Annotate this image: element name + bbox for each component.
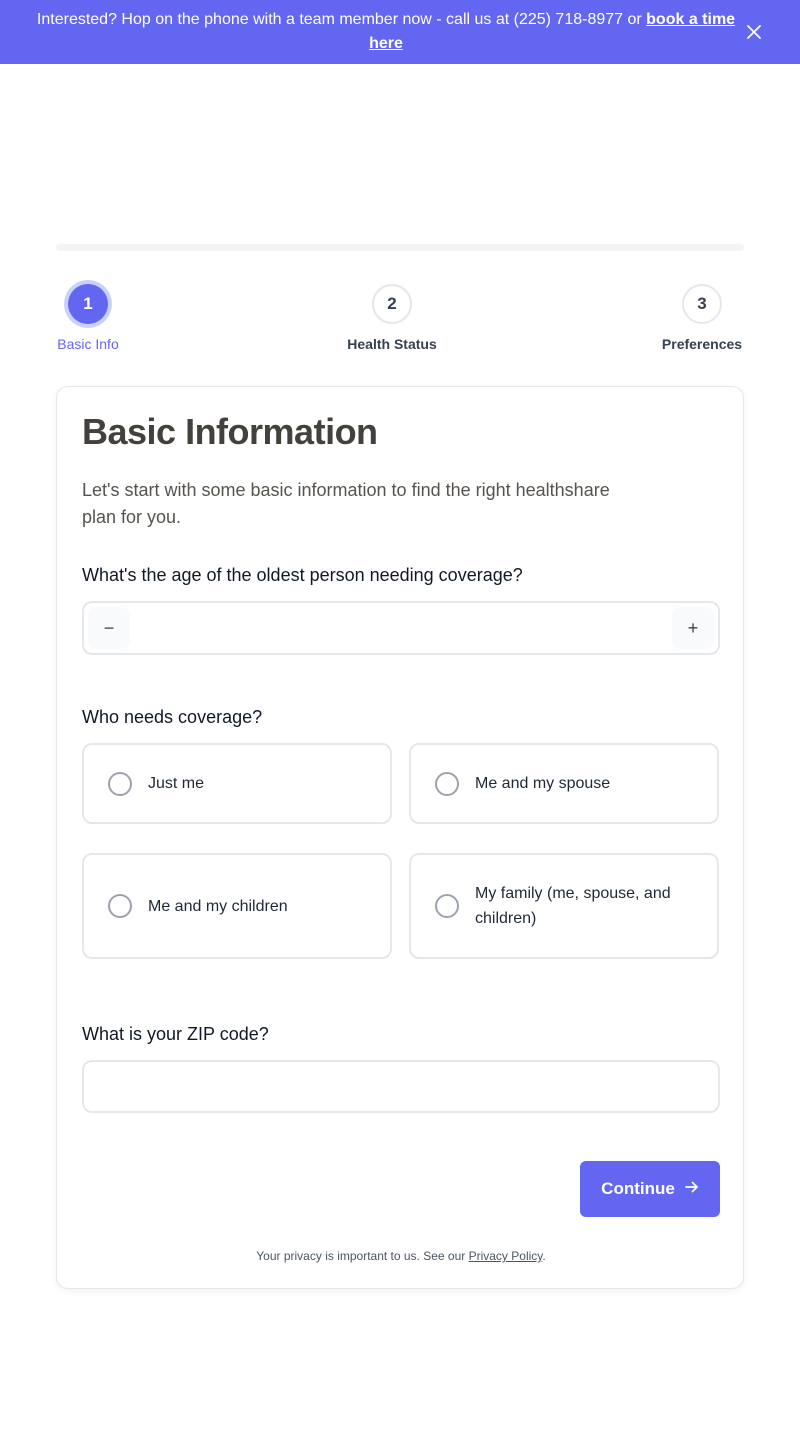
privacy-policy-link[interactable]: Privacy Policy <box>469 1249 543 1263</box>
radio-button[interactable] <box>435 894 459 918</box>
page-title: Basic Information <box>82 411 378 452</box>
decrement-button[interactable]: − <box>88 607 130 649</box>
step-label: Health Status <box>347 336 437 352</box>
radio-button[interactable] <box>435 771 459 796</box>
step-label: Basic Info <box>57 336 119 352</box>
zip-input[interactable] <box>82 1060 720 1113</box>
step-number: 3 <box>682 284 722 324</box>
close-icon[interactable] <box>744 22 764 42</box>
coverage-option-spouse[interactable]: Me and my spouse <box>409 743 719 824</box>
option-label: Me and my spouse <box>475 775 611 792</box>
coverage-question-label: Who needs coverage? <box>82 707 263 727</box>
coverage-option-children[interactable]: Me and my children <box>82 853 392 959</box>
coverage-option-just-me[interactable]: Just me <box>82 743 392 824</box>
age-input[interactable] <box>134 603 668 653</box>
progress-bar <box>56 244 744 251</box>
step-basic-info: 1 Basic Info <box>56 284 120 352</box>
form-card: Basic Information Let's start with some … <box>56 386 744 1289</box>
step-number: 1 <box>68 284 108 324</box>
increment-button[interactable]: + <box>672 607 714 649</box>
radio-button[interactable] <box>108 771 132 796</box>
radio-button[interactable] <box>108 894 132 918</box>
privacy-notice: Your privacy is important to us. See our… <box>57 1249 745 1263</box>
announcement-banner: Interested? Hop on the phone with a team… <box>0 0 800 64</box>
step-preferences: 3 Preferences <box>660 284 744 352</box>
form-description: Let's start with some basic information … <box>82 480 610 527</box>
coverage-option-family[interactable]: My family (me, spouse, and children) <box>409 853 719 959</box>
option-label: Just me <box>148 775 205 792</box>
privacy-end: . <box>542 1249 546 1263</box>
age-stepper: − + <box>82 601 720 655</box>
option-label: Me and my children <box>148 897 288 915</box>
arrow-right-icon <box>684 1179 699 1199</box>
continue-label: Continue <box>601 1179 675 1198</box>
age-question-label: What's the age of the oldest person need… <box>82 565 523 585</box>
step-number: 2 <box>372 284 412 324</box>
banner-text: Interested? Hop on the phone with a team… <box>36 11 647 28</box>
step-indicator: 1 Basic Info 2 Health Status 3 Preferenc… <box>56 284 744 354</box>
banner-message: Interested? Hop on the phone with a team… <box>36 8 736 56</box>
privacy-text: Your privacy is important to us. See our <box>256 1249 469 1263</box>
zip-question-label: What is your ZIP code? <box>82 1024 269 1044</box>
option-label: My family (me, spouse, and children) <box>475 885 671 927</box>
step-label: Preferences <box>661 336 743 352</box>
step-health-status: 2 Health Status <box>342 284 442 352</box>
continue-button[interactable]: Continue <box>580 1161 720 1217</box>
